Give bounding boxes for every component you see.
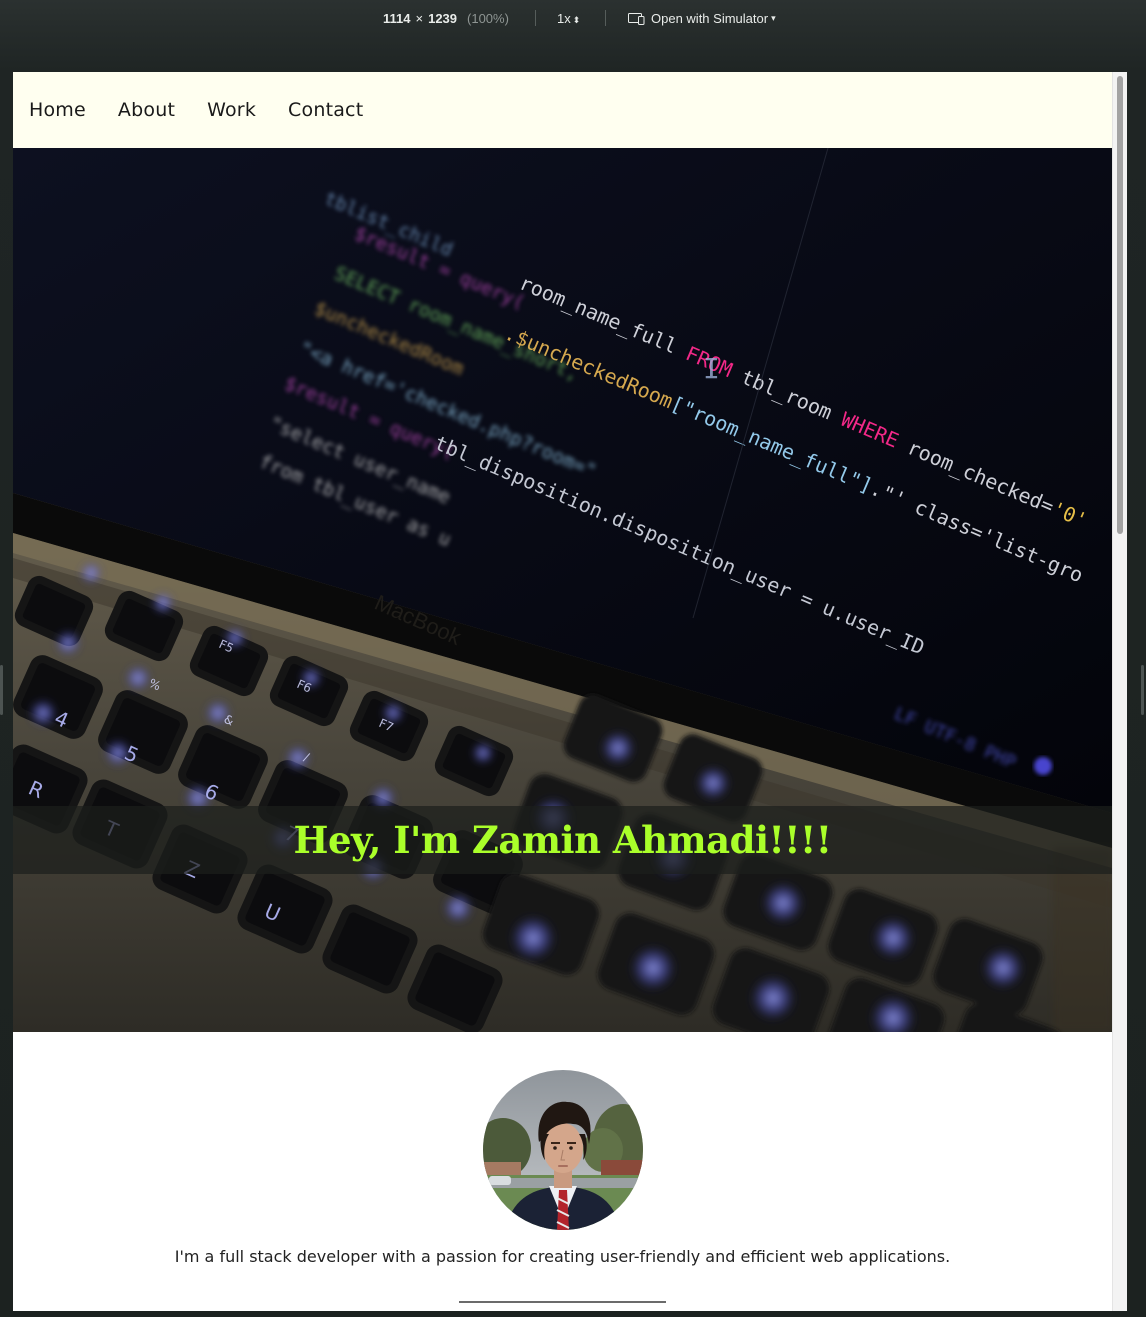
scale-select[interactable]: 1x ⬍ xyxy=(557,11,580,26)
open-with-simulator-label: Open with Simulator xyxy=(651,11,769,26)
device-viewport: Home About Work Contact tblist_child $re… xyxy=(13,72,1127,1311)
profile-photo xyxy=(483,1070,643,1230)
scale-value: 1x xyxy=(557,11,571,26)
svg-text:I: I xyxy=(703,352,720,385)
profile-avatar xyxy=(483,1070,643,1230)
site-nav: Home About Work Contact xyxy=(13,72,1112,148)
nav-link-home[interactable]: Home xyxy=(29,99,86,121)
section-divider xyxy=(459,1301,666,1303)
viewport-width[interactable]: 1114 xyxy=(383,11,411,26)
scrollbar-thumb[interactable] xyxy=(1117,76,1123,534)
hero-background-image: tblist_child $result = query( SELECT roo… xyxy=(13,148,1112,1032)
dimension-separator: × xyxy=(415,11,424,26)
right-resize-handle[interactable] xyxy=(1141,665,1144,715)
viewport-dimensions[interactable]: 1114 × 1239 (100%) xyxy=(383,11,509,26)
nav-link-about[interactable]: About xyxy=(118,99,175,121)
bio-text: I'm a full stack developer with a passio… xyxy=(174,1247,951,1266)
nav-link-work[interactable]: Work xyxy=(207,99,256,121)
toolbar-divider xyxy=(535,10,536,26)
viewport-height[interactable]: 1239 xyxy=(428,11,457,26)
hero-section: tblist_child $result = query( SELECT roo… xyxy=(13,148,1112,1032)
zoom-level: (100%) xyxy=(467,11,509,26)
hero-title: Hey, I'm Zamin Ahmadi!!!! xyxy=(293,818,832,862)
updown-chevron-icon: ⬍ xyxy=(572,15,581,25)
nav-link-contact[interactable]: Contact xyxy=(288,99,363,121)
chevron-down-icon: ▾ xyxy=(771,13,776,23)
device-icon xyxy=(628,12,645,25)
toolbar-divider xyxy=(605,10,606,26)
simulator-toolbar: 1114 × 1239 (100%) 1x ⬍ Open with Simulator ▾ xyxy=(0,0,1146,38)
open-with-simulator-button[interactable]: Open with Simulator ▾ xyxy=(628,11,776,26)
left-resize-handle[interactable] xyxy=(0,665,3,715)
scrollbar[interactable] xyxy=(1112,72,1127,1311)
